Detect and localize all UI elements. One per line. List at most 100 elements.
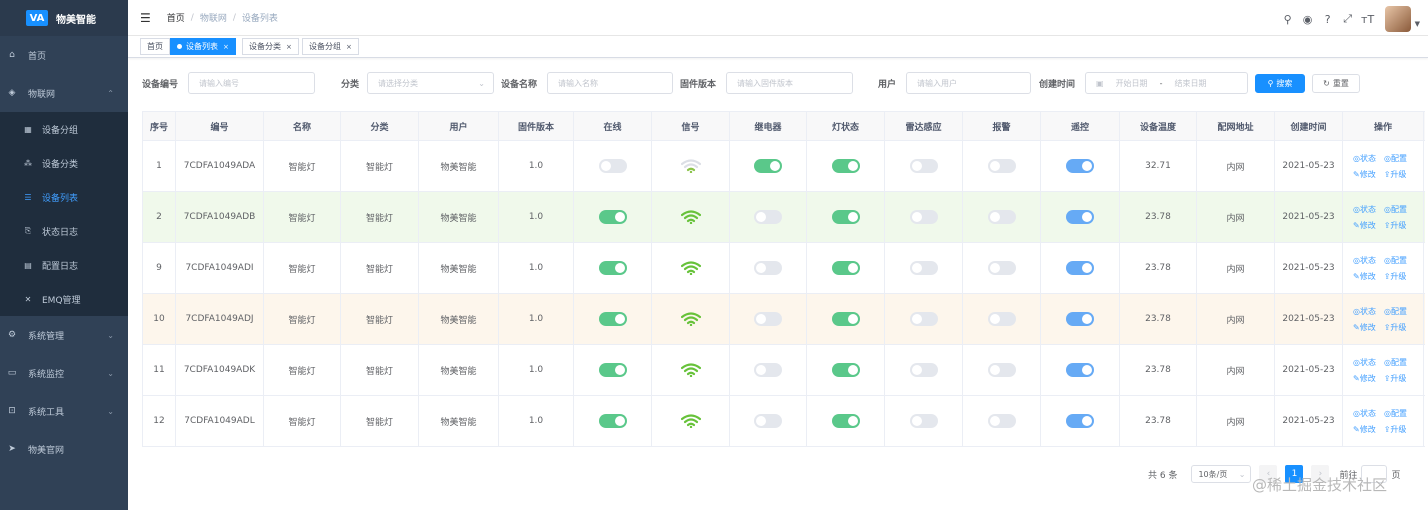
alarm-switch[interactable] — [987, 363, 1016, 377]
relay-switch[interactable] — [754, 159, 782, 173]
config-button[interactable]: ◎配置 — [1384, 153, 1407, 164]
category-select[interactable]: 请选择分类 ⌄ — [367, 72, 494, 94]
status-button[interactable]: ◎状态 — [1353, 408, 1376, 419]
tag-device-group[interactable]: 设备分组 × — [302, 38, 359, 55]
close-icon[interactable]: × — [223, 43, 229, 51]
upgrade-button[interactable]: ⇪升级 — [1384, 271, 1407, 282]
breadcrumb-home[interactable]: 首页 — [167, 11, 185, 24]
light-switch[interactable] — [831, 363, 860, 377]
status-button[interactable]: ◎状态 — [1353, 357, 1376, 368]
alarm-switch[interactable] — [987, 312, 1016, 326]
table-row[interactable]: 10 7CDFA1049ADJ 智能灯 智能灯 物美智能 1.0 23.78 内网 2021-0… — [143, 294, 1425, 345]
relay-switch[interactable] — [754, 363, 782, 377]
logo[interactable]: VA 物美智能 — [0, 0, 128, 36]
sidebar-item[interactable]: ▤ 配置日志 — [0, 248, 128, 282]
table-row[interactable]: 12 7CDFA1049ADL 智能灯 智能灯 物美智能 1.0 23.78 内网 2021-0… — [143, 396, 1425, 447]
radar-switch[interactable] — [909, 312, 938, 326]
edit-button[interactable]: ✎修改 — [1353, 322, 1376, 333]
font-size-icon[interactable]: ᴛT — [1359, 13, 1377, 26]
sidebar-item[interactable]: ⌂ 首页 — [0, 36, 128, 74]
online-switch[interactable] — [598, 159, 627, 173]
table-row[interactable]: 11 7CDFA1049ADK 智能灯 智能灯 物美智能 1.0 23.78 内网 2021-0… — [143, 345, 1425, 396]
github-icon[interactable]: ◉ — [1299, 13, 1317, 26]
online-switch[interactable] — [598, 210, 627, 224]
device-no-input[interactable]: 请输入编号 — [188, 72, 315, 94]
close-icon[interactable]: × — [346, 43, 352, 51]
caret-down-icon[interactable]: ▼ — [1415, 20, 1420, 28]
light-switch[interactable] — [831, 414, 860, 428]
alarm-switch[interactable] — [987, 210, 1016, 224]
sidebar-item[interactable]: ▦ 设备分组 — [0, 112, 128, 146]
relay-switch[interactable] — [754, 261, 782, 275]
sidebar-item[interactable]: ⁂ 设备分类 — [0, 146, 128, 180]
hamburger-icon[interactable]: ☰ — [140, 11, 151, 25]
search-icon[interactable]: ⚲ — [1279, 13, 1297, 26]
light-switch[interactable] — [831, 261, 860, 275]
sidebar-item[interactable]: ➤ 物美官网 — [0, 430, 128, 468]
date-range-picker[interactable]: ▣ 开始日期 - 结束日期 — [1085, 72, 1248, 94]
search-button[interactable]: ⚲ 搜索 — [1255, 74, 1305, 93]
status-button[interactable]: ◎状态 — [1353, 255, 1376, 266]
tag-home[interactable]: 首页 — [140, 38, 170, 55]
relay-switch[interactable] — [754, 414, 782, 428]
upgrade-button[interactable]: ⇪升级 — [1384, 424, 1407, 435]
config-button[interactable]: ◎配置 — [1384, 306, 1407, 317]
config-button[interactable]: ◎配置 — [1384, 255, 1407, 266]
radar-switch[interactable] — [909, 261, 938, 275]
page-size-select[interactable]: 10条/页 ⌄ — [1191, 465, 1252, 483]
radar-switch[interactable] — [909, 363, 938, 377]
config-button[interactable]: ◎配置 — [1384, 408, 1407, 419]
edit-button[interactable]: ✎修改 — [1353, 220, 1376, 231]
sidebar-item[interactable]: ◈ 物联网 ⌃ — [0, 74, 128, 112]
sidebar-item[interactable]: ☰ 设备列表 — [0, 180, 128, 214]
table-row[interactable]: 2 7CDFA1049ADB 智能灯 智能灯 物美智能 1.0 23.78 内网 2021-05… — [143, 192, 1425, 243]
online-switch[interactable] — [598, 312, 627, 326]
edit-button[interactable]: ✎修改 — [1353, 271, 1376, 282]
online-switch[interactable] — [598, 261, 627, 275]
edit-button[interactable]: ✎修改 — [1353, 169, 1376, 180]
close-icon[interactable]: × — [286, 43, 292, 51]
upgrade-button[interactable]: ⇪升级 — [1384, 373, 1407, 384]
light-switch[interactable] — [831, 159, 860, 173]
avatar[interactable] — [1384, 6, 1411, 32]
sidebar-item[interactable]: ⎘ 状态日志 — [0, 214, 128, 248]
upgrade-button[interactable]: ⇪升级 — [1384, 169, 1407, 180]
table-row[interactable]: 1 7CDFA1049ADA 智能灯 智能灯 物美智能 1.0 32.71 内网 2021-05… — [143, 141, 1425, 192]
remote-switch[interactable] — [1066, 210, 1094, 224]
edit-button[interactable]: ✎修改 — [1353, 373, 1376, 384]
config-button[interactable]: ◎配置 — [1384, 204, 1407, 215]
relay-switch[interactable] — [754, 312, 782, 326]
radar-switch[interactable] — [909, 210, 938, 224]
upgrade-button[interactable]: ⇪升级 — [1384, 322, 1407, 333]
upgrade-button[interactable]: ⇪升级 — [1384, 220, 1407, 231]
config-button[interactable]: ◎配置 — [1384, 357, 1407, 368]
light-switch[interactable] — [831, 210, 860, 224]
light-switch[interactable] — [831, 312, 860, 326]
firmware-input[interactable]: 请输入固件版本 — [726, 72, 853, 94]
edit-button[interactable]: ✎修改 — [1353, 424, 1376, 435]
reset-button[interactable]: ↻ 重置 — [1312, 74, 1360, 93]
remote-switch[interactable] — [1066, 363, 1094, 377]
sidebar-item[interactable]: ⚙ 系统管理 ⌄ — [0, 316, 128, 354]
sidebar-item[interactable]: ⊡ 系统工具 ⌄ — [0, 392, 128, 430]
radar-switch[interactable] — [909, 159, 938, 173]
tag-device-list[interactable]: 设备列表 × — [170, 38, 236, 55]
relay-switch[interactable] — [754, 210, 782, 224]
device-name-input[interactable]: 请输入名称 — [547, 72, 673, 94]
remote-switch[interactable] — [1066, 312, 1094, 326]
online-switch[interactable] — [598, 363, 627, 377]
status-button[interactable]: ◎状态 — [1353, 153, 1376, 164]
tag-device-category[interactable]: 设备分类 × — [242, 38, 299, 55]
table-row[interactable]: 9 7CDFA1049ADI 智能灯 智能灯 物美智能 1.0 23.78 内网 2021-05… — [143, 243, 1425, 294]
alarm-switch[interactable] — [987, 261, 1016, 275]
remote-switch[interactable] — [1066, 261, 1094, 275]
remote-switch[interactable] — [1066, 159, 1094, 173]
sidebar-item[interactable]: ▭ 系统监控 ⌄ — [0, 354, 128, 392]
fullscreen-icon[interactable]: ⤢ — [1339, 12, 1357, 26]
remote-switch[interactable] — [1066, 414, 1094, 428]
question-icon[interactable]: ? — [1319, 13, 1337, 26]
status-button[interactable]: ◎状态 — [1353, 306, 1376, 317]
sidebar-item[interactable]: ✕ EMQ管理 — [0, 282, 128, 316]
alarm-switch[interactable] — [987, 159, 1016, 173]
alarm-switch[interactable] — [987, 414, 1016, 428]
